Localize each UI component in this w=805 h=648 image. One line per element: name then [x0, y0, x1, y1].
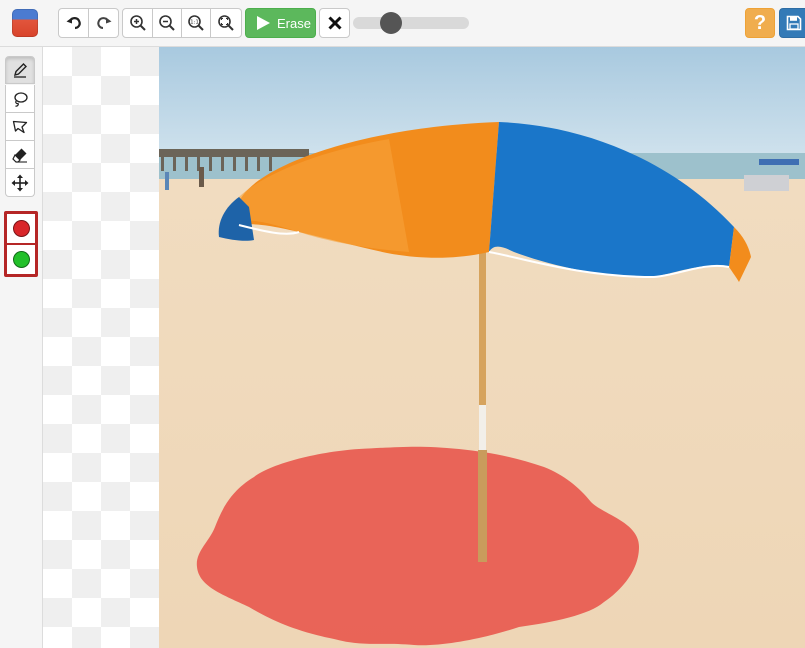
redo-icon: [96, 17, 111, 29]
zoom-out-icon: [159, 15, 175, 31]
keep-color-button[interactable]: [7, 245, 35, 274]
pencil-tool-button[interactable]: [5, 56, 35, 84]
help-button-label: ?: [753, 11, 767, 34]
zoom-out-button[interactable]: [153, 8, 182, 38]
erase-button-label: Erase: [277, 15, 311, 31]
pencil-icon: [13, 63, 27, 78]
red-dot-icon: [12, 220, 30, 237]
help-button[interactable]: ?: [745, 8, 775, 38]
svg-text:1:1: 1:1: [190, 20, 199, 26]
tool-sidebar: [0, 47, 43, 648]
redo-button[interactable]: [89, 8, 119, 38]
undo-button[interactable]: [58, 8, 89, 38]
green-dot-icon: [12, 251, 30, 268]
zoom-fit-icon: [218, 15, 234, 31]
save-button[interactable]: [779, 8, 805, 38]
move-arrows-icon: [11, 174, 29, 191]
cancel-button[interactable]: [319, 8, 350, 38]
app-logo-icon: [12, 9, 38, 37]
zoom-in-icon: [129, 15, 146, 31]
polygon-lasso-icon: [12, 120, 28, 133]
mask-color-selector: [4, 211, 38, 277]
remove-color-button[interactable]: [7, 214, 35, 243]
beach-umbrella-photo[interactable]: [159, 47, 805, 648]
zoom-fit-button[interactable]: [211, 8, 242, 38]
erase-button[interactable]: Erase: [245, 8, 316, 38]
lasso-icon: [14, 91, 28, 107]
lasso-tool-button[interactable]: [5, 85, 35, 113]
zoom-actual-size-icon: 1:1: [188, 15, 204, 31]
top-toolbar: 1:1 Erase ?: [0, 0, 805, 47]
eraser-tool-button[interactable]: [5, 141, 35, 169]
zoom-actual-size-button[interactable]: 1:1: [182, 8, 211, 38]
undo-icon: [66, 17, 81, 30]
close-icon: [327, 16, 342, 30]
eraser-icon: [12, 148, 27, 163]
polygon-lasso-tool-button[interactable]: [5, 113, 35, 141]
zoom-in-button[interactable]: [122, 8, 153, 38]
play-icon: [257, 16, 270, 30]
move-tool-button[interactable]: [5, 169, 35, 197]
brush-size-slider-thumb[interactable]: [380, 12, 403, 34]
brush-size-slider[interactable]: [353, 12, 469, 34]
floppy-disk-icon: [786, 15, 802, 31]
